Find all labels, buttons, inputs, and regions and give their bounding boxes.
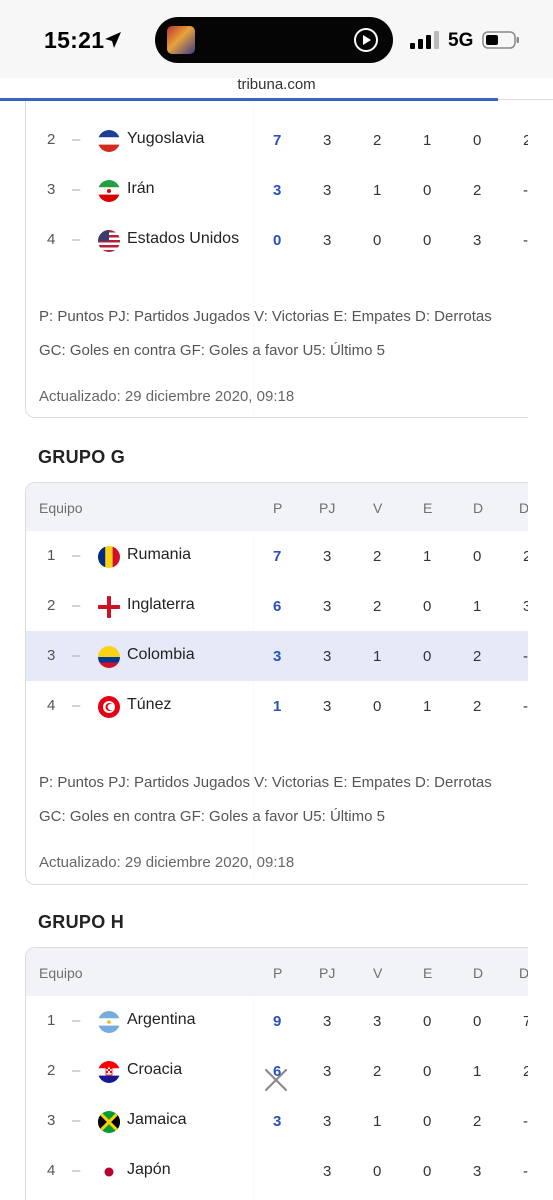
status-bar: 15:21 5G tribuna.com (0, 0, 553, 93)
network-type: 5G (448, 30, 474, 51)
flag-colombia-icon (98, 646, 120, 668)
play-circle-icon[interactable] (353, 27, 379, 53)
legend-line: GC: Goles en contra GF: Goles a favor U5… (39, 342, 385, 359)
location-arrow-icon (105, 32, 121, 48)
flag-romania-icon (98, 546, 120, 568)
flag-england-icon (98, 596, 120, 618)
legend-line: P: Puntos PJ: Partidos Jugados V: Victor… (39, 774, 492, 791)
flag-yugoslavia-icon (98, 130, 120, 152)
table-row[interactable]: 2 – Yugoslavia 7 3 2 1 0 2 (26, 116, 528, 166)
close-icon[interactable] (262, 1066, 290, 1094)
table-row-highlighted[interactable]: 3 – Colombia 3 3 1 0 2 - (26, 631, 528, 681)
flag-croatia-icon (98, 1061, 120, 1083)
legend-line: P: Puntos PJ: Partidos Jugados V: Victor… (39, 308, 492, 325)
flag-usa-icon (98, 230, 120, 252)
flag-jamaica-icon (98, 1111, 120, 1133)
dynamic-island[interactable] (155, 17, 393, 63)
table-row[interactable]: 4 – Estados Unidos 0 3 0 0 3 - (26, 216, 528, 266)
table-row[interactable]: 3 – Jamaica 3 3 1 0 2 - (26, 1096, 528, 1146)
url-bar[interactable]: tribuna.com (0, 76, 553, 93)
table-header: Equipo P PJ V E D D (26, 948, 528, 996)
battery-icon (482, 31, 519, 49)
updated-timestamp: Actualizado: 29 diciembre 2020, 09:18 (39, 854, 295, 871)
team-name: Japón (127, 1161, 171, 1178)
team-name: Rumania (127, 546, 192, 563)
flag-tunisia-icon (98, 696, 120, 718)
team-name: Jamaica (127, 1111, 187, 1128)
standings-card-group-f: 2 – Yugoslavia 7 3 2 1 0 2 3 – Irán 3 3 … (25, 101, 528, 418)
status-time: 15:21 (44, 27, 105, 53)
updated-timestamp: Actualizado: 29 diciembre 2020, 09:18 (39, 388, 295, 405)
table-row[interactable]: 4 – Japón 3 0 0 3 - (26, 1146, 528, 1196)
team-name: Croacia (127, 1061, 183, 1078)
standings-card-group-g: Equipo P PJ V E D D 1 – Rumania 7 3 2 1 … (25, 482, 528, 885)
table-row[interactable]: 1 – Argentina 9 3 3 0 0 7 (26, 996, 528, 1046)
table-header: Equipo P PJ V E D D (26, 483, 528, 531)
legend-line: GC: Goles en contra GF: Goles a favor U5… (39, 808, 385, 825)
now-playing-artwork (167, 26, 195, 54)
signal-icon (410, 31, 439, 49)
group-title: GRUPO G (38, 447, 126, 467)
flag-argentina-icon (98, 1011, 120, 1033)
team-name: Estados Unidos (127, 230, 240, 247)
team-name: Irán (127, 180, 155, 197)
table-row[interactable]: 2 – Inglaterra 6 3 2 0 1 3 (26, 581, 528, 631)
team-name: Argentina (127, 1011, 196, 1028)
flag-iran-icon (98, 180, 120, 202)
team-name: Túnez (127, 696, 172, 713)
table-row[interactable]: 4 – Túnez 1 3 0 1 2 - (26, 681, 528, 731)
group-title: GRUPO H (38, 912, 125, 932)
flag-japan-icon (98, 1161, 120, 1183)
team-name: Colombia (127, 646, 195, 663)
table-row[interactable]: 3 – Irán 3 3 1 0 2 - (26, 166, 528, 216)
table-row[interactable]: 1 – Rumania 7 3 2 1 0 2 (26, 531, 528, 581)
team-name: Yugoslavia (127, 130, 205, 147)
team-name: Inglaterra (127, 596, 195, 613)
page-content: 2 – Yugoslavia 7 3 2 1 0 2 3 – Irán 3 3 … (0, 101, 553, 1200)
